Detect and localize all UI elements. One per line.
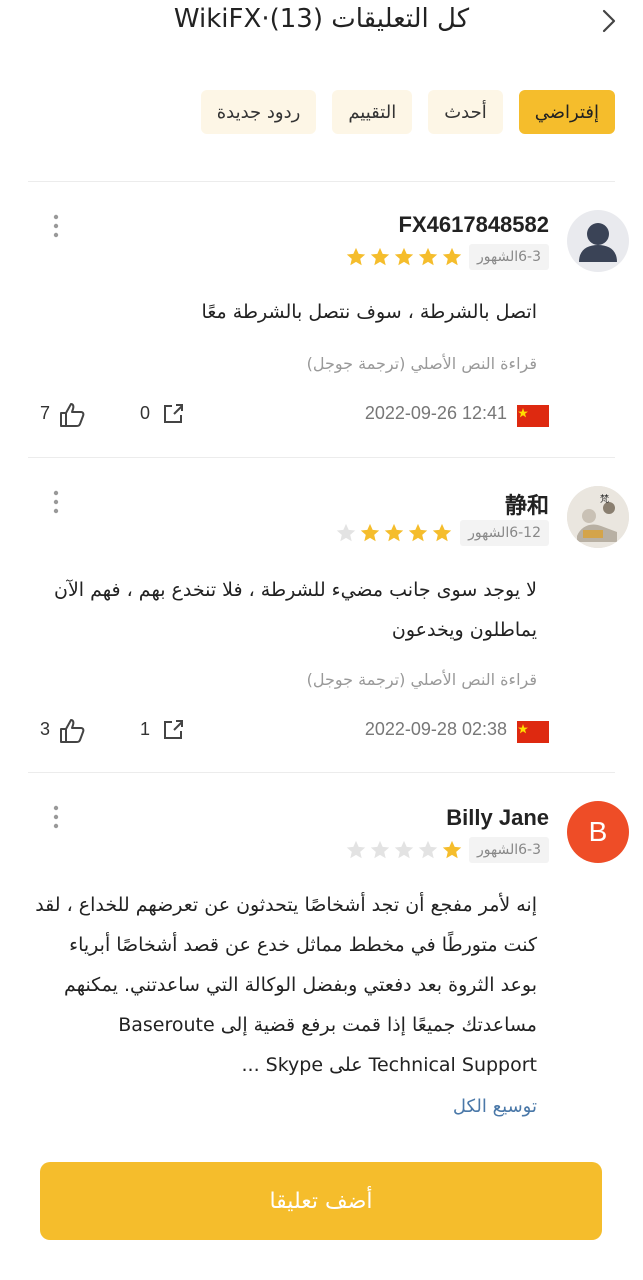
- time-badge: 6-12الشهور: [460, 520, 549, 546]
- more-options-icon[interactable]: [48, 488, 64, 516]
- star-icon: [384, 523, 404, 542]
- tab-latest[interactable]: أحدث: [428, 90, 503, 134]
- star-icon: [370, 840, 390, 859]
- share-count: 0: [140, 403, 151, 423]
- user-icon: [579, 223, 617, 262]
- star-icon: [370, 247, 390, 266]
- review-meta: 2022-09-28 02:38 1 3: [0, 717, 643, 747]
- star-icon: [442, 247, 462, 266]
- avatar[interactable]: 梵: [567, 486, 629, 548]
- star-icon: [336, 523, 356, 542]
- translate-link[interactable]: قراءة النص الأصلي (ترجمة جوجل): [307, 354, 537, 373]
- translate-link[interactable]: قراءة النص الأصلي (ترجمة جوجل): [307, 670, 537, 689]
- like-count: 3: [40, 719, 51, 739]
- like-count: 7: [40, 403, 51, 423]
- star-rating: [335, 522, 453, 544]
- user-photo-icon: 梵: [567, 486, 629, 548]
- expand-all-link[interactable]: توسيع الكل: [453, 1096, 537, 1117]
- header: كل التعليقات (13)·WikiFX: [0, 0, 643, 60]
- star-rating: [345, 839, 463, 861]
- time-badge: 6-3الشهور: [469, 244, 549, 270]
- add-comment-button[interactable]: أضف تعليقا: [40, 1162, 602, 1240]
- avatar[interactable]: [567, 210, 629, 272]
- star-icon: [442, 840, 462, 859]
- review-text: إنه لأمر مفجع أن تجد أشخاصًا يتحدثون عن …: [35, 894, 537, 1076]
- time-badge: 6-3الشهور: [469, 837, 549, 863]
- divider: [28, 772, 615, 773]
- filter-tabs: إفتراضي أحدث التقييم ردود جديدة: [200, 90, 615, 134]
- more-options-icon[interactable]: [48, 803, 64, 831]
- star-icon: [418, 840, 438, 859]
- star-icon: [394, 840, 414, 859]
- china-flag-icon: [517, 721, 549, 743]
- page-title: كل التعليقات (13)·WikiFX: [173, 4, 470, 34]
- review-text: لا يوجد سوى جانب مضيء للشرطة ، فلا تنخدع…: [54, 579, 537, 641]
- star-icon: [346, 247, 366, 266]
- username[interactable]: 静和: [505, 488, 549, 520]
- tab-rating[interactable]: التقييم: [332, 90, 413, 134]
- chevron-right-icon[interactable]: [595, 8, 621, 34]
- avatar[interactable]: B: [567, 801, 629, 863]
- review-text: اتصل بالشرطة ، سوف نتصل بالشرطة معًا: [201, 301, 537, 323]
- star-icon: [432, 523, 452, 542]
- star-icon: [346, 840, 366, 859]
- divider: [28, 181, 615, 182]
- star-icon: [408, 523, 428, 542]
- tab-default[interactable]: إفتراضي: [518, 90, 615, 134]
- review-meta: 2022-09-26 12:41 0 7: [0, 401, 643, 431]
- share-count: 1: [140, 719, 151, 739]
- more-options-icon[interactable]: [48, 212, 64, 240]
- star-icon: [360, 523, 380, 542]
- star-icon: [418, 247, 438, 266]
- share-icon[interactable]: [160, 401, 186, 427]
- username[interactable]: Billy Jane: [446, 805, 549, 831]
- star-icon: [394, 247, 414, 266]
- tab-new-replies[interactable]: ردود جديدة: [200, 90, 317, 134]
- thumbs-up-icon[interactable]: [58, 401, 86, 429]
- thumbs-up-icon[interactable]: [58, 717, 86, 745]
- review-datetime: 2022-09-28 02:38: [364, 719, 507, 739]
- review-datetime: 2022-09-26 12:41: [364, 403, 507, 423]
- divider: [28, 457, 615, 458]
- star-rating: [345, 246, 463, 268]
- share-icon[interactable]: [160, 717, 186, 743]
- china-flag-icon: [517, 405, 549, 427]
- svg-text:梵: 梵: [600, 494, 609, 505]
- username[interactable]: FX4617848582: [399, 212, 549, 238]
